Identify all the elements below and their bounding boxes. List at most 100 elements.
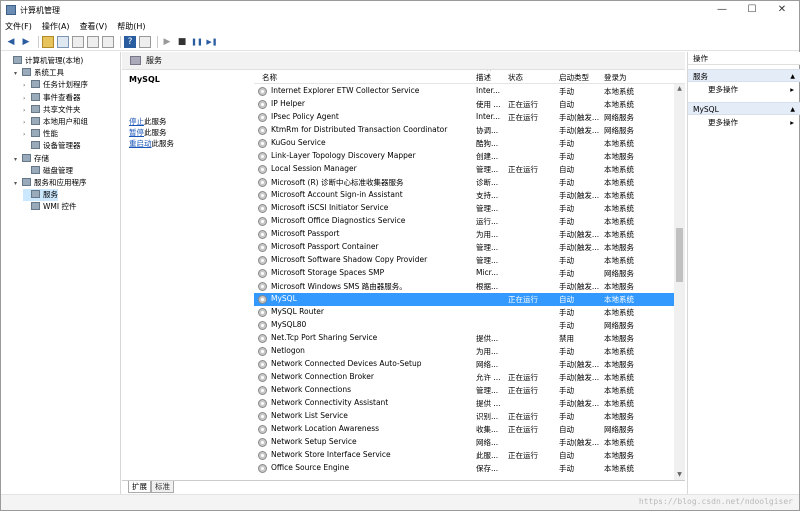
service-row[interactable]: MySQL Router 手动 本地系统 bbox=[254, 306, 674, 319]
column-name[interactable]: 名称 bbox=[262, 72, 277, 83]
tab-standard[interactable]: 标准 bbox=[151, 481, 174, 493]
restart-service-icon[interactable]: ▶❚ bbox=[206, 36, 218, 48]
stop-link[interactable]: 停止 bbox=[129, 117, 144, 126]
service-row[interactable]: Network Setup Service 网络... 手动(触发... 本地系统 bbox=[254, 436, 674, 449]
actions-section-mysql[interactable]: MySQL ▲ bbox=[688, 102, 800, 115]
service-row[interactable]: Microsoft Windows SMS 路由器服务。 根据... 手动(触发..… bbox=[254, 280, 674, 293]
tree-node[interactable]: 设备管理器 bbox=[23, 140, 81, 152]
service-row[interactable]: Netlogon 为用... 手动 本地系统 bbox=[254, 345, 674, 358]
scroll-down-icon[interactable]: ▼ bbox=[674, 470, 685, 480]
service-logon-as: 本地服务 bbox=[604, 243, 634, 252]
close-button[interactable]: ✕ bbox=[767, 1, 797, 19]
back-icon[interactable]: ◀ bbox=[5, 36, 17, 48]
up-folder-icon[interactable] bbox=[42, 36, 54, 48]
service-row[interactable]: Network Connection Broker 允许 ... 正在运行 手动(触发… bbox=[254, 371, 674, 384]
service-row[interactable]: Network Connectivity Assistant 提供 ... 手动(触… bbox=[254, 397, 674, 410]
collapse-icon[interactable]: ▲ bbox=[790, 103, 795, 116]
service-row[interactable]: MySQL80 手动 网络服务 bbox=[254, 319, 674, 332]
pause-service-icon[interactable]: ❚❚ bbox=[191, 36, 203, 48]
show-action-pane-icon[interactable] bbox=[139, 36, 151, 48]
tree-node[interactable]: ▾ 系统工具 bbox=[14, 67, 64, 79]
tree-expander-icon[interactable]: ▾ bbox=[14, 68, 22, 80]
column-startup-type[interactable]: 启动类型 bbox=[559, 72, 589, 83]
tree-node[interactable]: ▾ 存储 bbox=[14, 153, 49, 165]
tree-expander-icon[interactable]: › bbox=[23, 105, 31, 117]
tree-node[interactable]: WMI 控件 bbox=[23, 201, 76, 213]
service-description: 管理... bbox=[476, 243, 499, 252]
service-row[interactable]: KuGou Service 酷狗... 手动 本地系统 bbox=[254, 137, 674, 150]
stop-service-icon[interactable]: ■ bbox=[176, 36, 188, 48]
service-logon-as: 本地系统 bbox=[604, 178, 634, 187]
service-row[interactable]: Network List Service 识别... 正在运行 手动 本地服务 bbox=[254, 410, 674, 423]
vertical-scrollbar[interactable]: ▲ ▼ bbox=[674, 84, 685, 480]
tree-node[interactable]: 磁盘管理 bbox=[23, 165, 73, 177]
service-row[interactable]: Microsoft (R) 诊断中心标准收集器服务 诊断... 手动 本地系统 bbox=[254, 176, 674, 189]
pause-link[interactable]: 暂停 bbox=[129, 128, 144, 137]
service-row[interactable]: Network Connected Devices Auto-Setup 网络..… bbox=[254, 358, 674, 371]
maximize-button[interactable]: ☐ bbox=[737, 1, 767, 19]
service-row[interactable]: Local Session Manager 管理... 正在运行 自动 本地系统 bbox=[254, 163, 674, 176]
more-actions-label: 更多操作 bbox=[708, 85, 738, 94]
service-row[interactable]: Microsoft Software Shadow Copy Provider 管… bbox=[254, 254, 674, 267]
service-row[interactable]: Network Store Interface Service 此服... 正在运行… bbox=[254, 449, 674, 462]
column-log-on-as[interactable]: 登录为 bbox=[604, 72, 627, 83]
service-name: KuGou Service bbox=[271, 138, 326, 147]
service-row[interactable]: KtmRm for Distributed Transaction Coordi… bbox=[254, 124, 674, 137]
service-row[interactable]: Microsoft Office Diagnostics Service 运行..… bbox=[254, 215, 674, 228]
menu-view[interactable]: 查看(V) bbox=[80, 21, 108, 32]
menu-action[interactable]: 操作(A) bbox=[42, 21, 70, 32]
menu-help[interactable]: 帮助(H) bbox=[117, 21, 145, 32]
column-description[interactable]: 描述 bbox=[476, 72, 491, 83]
service-row[interactable]: IP Helper 使用 ... 正在运行 自动 本地系统 bbox=[254, 98, 674, 111]
service-row[interactable]: Network Location Awareness 收集... 正在运行 自动 网络服… bbox=[254, 423, 674, 436]
service-row[interactable]: Network Connections 管理... 正在运行 手动 本地系统 bbox=[254, 384, 674, 397]
service-row[interactable]: MySQL 正在运行 自动 本地系统 bbox=[254, 293, 674, 306]
service-startup-type: 手动(触发... bbox=[559, 126, 600, 135]
scroll-thumb[interactable] bbox=[676, 228, 683, 282]
show-hide-tree-icon[interactable] bbox=[57, 36, 69, 48]
more-actions-mysql[interactable]: 更多操作 ▸ bbox=[688, 116, 800, 129]
tree-node[interactable]: 计算机管理(本地) bbox=[5, 55, 83, 67]
refresh-icon[interactable] bbox=[87, 36, 99, 48]
start-service-icon[interactable]: ▶ bbox=[161, 36, 173, 48]
tree-node[interactable]: › 性能 bbox=[23, 128, 58, 140]
tree-expander-icon[interactable]: › bbox=[23, 93, 31, 105]
forward-icon[interactable]: ▶ bbox=[20, 36, 32, 48]
properties-icon[interactable] bbox=[72, 36, 84, 48]
service-row[interactable]: Microsoft Storage Spaces SMP Micr... 手动 网络服… bbox=[254, 267, 674, 280]
column-status[interactable]: 状态 bbox=[508, 72, 523, 83]
collapse-icon[interactable]: ▲ bbox=[790, 70, 795, 83]
service-row[interactable]: Internet Explorer ETW Collector Service I… bbox=[254, 85, 674, 98]
actions-section-services[interactable]: 服务 ▲ bbox=[688, 69, 800, 82]
tree-expander-icon[interactable]: › bbox=[23, 80, 31, 92]
tree-node[interactable]: › 共享文件夹 bbox=[23, 104, 81, 116]
tree-expander-icon[interactable]: › bbox=[23, 117, 31, 129]
tree-node[interactable]: › 任务计划程序 bbox=[23, 79, 88, 91]
service-row[interactable]: Microsoft Passport Container 管理... 手动(触发..… bbox=[254, 241, 674, 254]
export-list-icon[interactable] bbox=[102, 36, 114, 48]
tree-node[interactable]: 服务 bbox=[23, 189, 58, 202]
restart-link[interactable]: 重启动 bbox=[129, 139, 152, 148]
service-row[interactable]: Link-Layer Topology Discovery Mapper 创建..… bbox=[254, 150, 674, 163]
help-icon[interactable]: ? bbox=[124, 36, 136, 48]
service-row[interactable]: Net.Tcp Port Sharing Service 提供... 禁用 本地服务 bbox=[254, 332, 674, 345]
tree-node[interactable]: › 事件查看器 bbox=[23, 92, 81, 104]
service-logon-as: 本地系统 bbox=[604, 347, 634, 356]
scroll-up-icon[interactable]: ▲ bbox=[674, 84, 685, 94]
minimize-button[interactable]: — bbox=[707, 1, 737, 19]
tab-extended[interactable]: 扩展 bbox=[128, 481, 151, 493]
service-row[interactable]: Microsoft Passport 为用... 手动(触发... 本地系统 bbox=[254, 228, 674, 241]
more-actions-services[interactable]: 更多操作 ▸ bbox=[688, 83, 800, 96]
service-description: 使用 ... bbox=[476, 100, 501, 109]
service-row[interactable]: Office Source Engine 保存... 手动 本地系统 bbox=[254, 462, 674, 475]
tree-expander-icon[interactable]: ▾ bbox=[14, 178, 22, 190]
tree-expander-icon[interactable]: ▾ bbox=[14, 154, 22, 166]
tree-expander-icon[interactable]: › bbox=[23, 129, 31, 141]
service-row[interactable]: Microsoft iSCSI Initiator Service 管理... 手动… bbox=[254, 202, 674, 215]
tree-node[interactable]: › 本地用户和组 bbox=[23, 116, 88, 128]
tree-node[interactable]: ▾ 服务和应用程序 bbox=[14, 177, 87, 189]
menu-file[interactable]: 文件(F) bbox=[5, 21, 32, 32]
service-row[interactable]: IPsec Policy Agent Inter... 正在运行 手动(触发... 网络… bbox=[254, 111, 674, 124]
service-row[interactable]: Microsoft Account Sign-in Assistant 支持...… bbox=[254, 189, 674, 202]
pause-link-rest: 此服务 bbox=[144, 128, 167, 137]
